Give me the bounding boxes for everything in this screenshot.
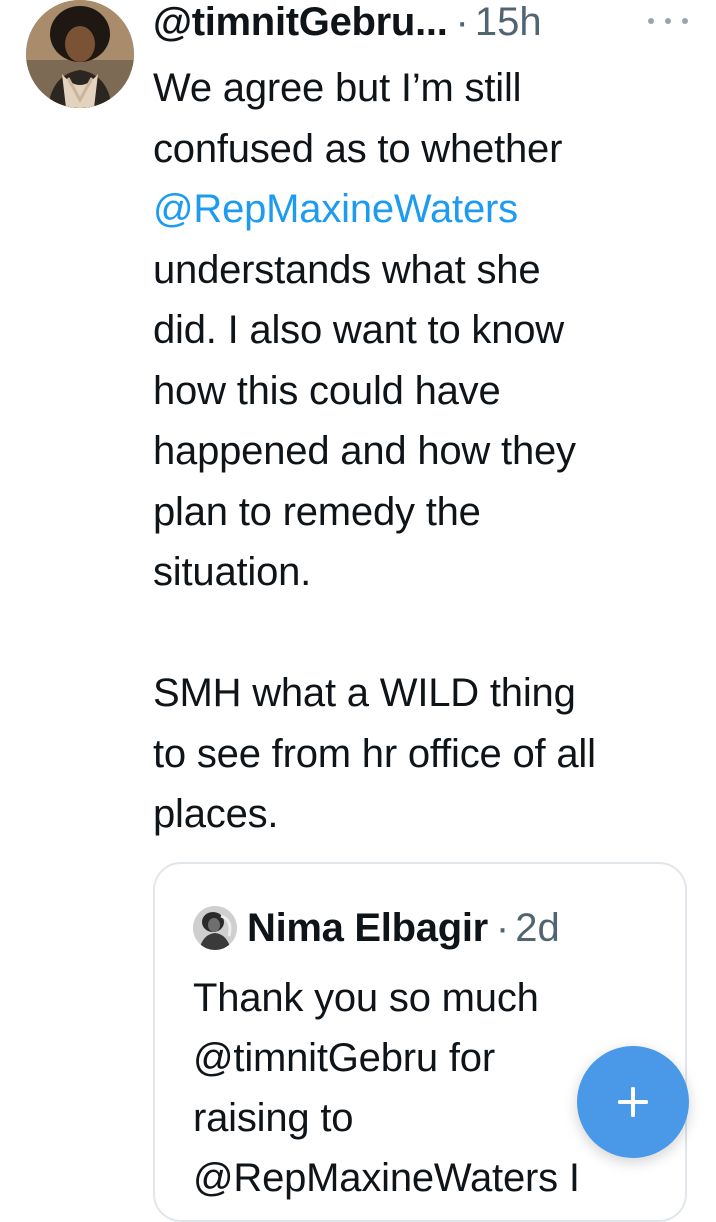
tweet-timestamp[interactable]: 15h xyxy=(475,0,542,44)
plus-icon xyxy=(618,1087,648,1117)
tweet-text-line: did. I also want to know xyxy=(153,308,564,352)
tweet-text-line: plan to remedy the xyxy=(153,489,481,534)
paragraph-break xyxy=(153,603,703,664)
compose-button[interactable] xyxy=(577,1046,689,1158)
more-dot xyxy=(665,18,671,24)
quoted-header-separator: · xyxy=(495,906,510,950)
mention-link[interactable]: @RepMaxineWaters xyxy=(153,179,703,240)
quoted-author-name[interactable]: Nima Elbagir xyxy=(247,904,488,952)
quoted-tweet[interactable]: Nima Elbagir · 2d Thank you so much @tim… xyxy=(153,862,687,1222)
tweet-text-line: understands what she xyxy=(153,247,541,292)
tweet[interactable]: @timnitGebru... · 15h We agree but I’m s… xyxy=(0,0,716,1222)
tweet-text: We agree but I’m still confused as to wh… xyxy=(153,58,703,845)
quoted-author-avatar xyxy=(193,906,237,950)
tweet-text-line: We agree but I’m still xyxy=(153,66,522,110)
author-handle[interactable]: @timnitGebru... xyxy=(153,0,448,44)
author-avatar[interactable] xyxy=(26,0,134,108)
quoted-tweet-header: Nima Elbagir · 2d xyxy=(247,904,560,952)
tweet-text-line: places. xyxy=(153,792,279,836)
more-dot xyxy=(682,18,688,24)
tweet-text-line: happened and how they xyxy=(153,429,576,473)
tweet-text-line: how this could have xyxy=(153,368,501,413)
tweet-text-line: SMH what a WILD thing xyxy=(153,671,576,715)
quoted-text-line: @RepMaxineWaters I xyxy=(193,1156,580,1200)
tweet-text-line: to see from hr office of all xyxy=(153,731,596,776)
quoted-tweet-timestamp: 2d xyxy=(515,906,560,950)
quoted-text-line: Thank you so much xyxy=(193,976,539,1020)
tweet-text-line: situation. xyxy=(153,550,312,594)
more-dot xyxy=(648,18,654,24)
header-separator: · xyxy=(455,0,469,44)
tweet-header: @timnitGebru... · 15h xyxy=(153,0,542,44)
tweet-text-line: confused as to whether xyxy=(153,126,563,171)
more-horizontal-icon[interactable] xyxy=(648,6,688,36)
